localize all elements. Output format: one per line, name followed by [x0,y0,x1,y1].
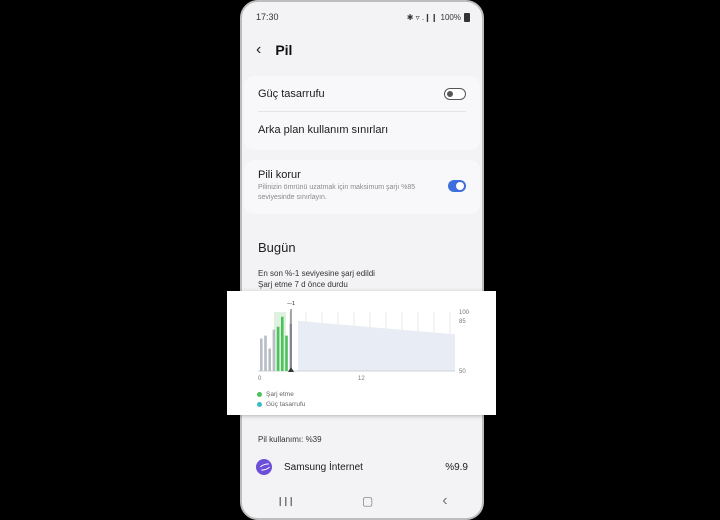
recents-icon[interactable]: ❙❙❙ [276,496,295,507]
phone-screen: 17:30 ✱ ▿ .❙❙ 100% ‹ Pil Güç tasarrufu A… [240,0,484,520]
settings-card-power: Güç tasarrufu Arka plan kullanım sınırla… [244,76,480,150]
x-tick-label: 0 [258,376,262,382]
protect-battery-toggle[interactable] [448,180,466,192]
charge-info-line-2: Şarj etme 7 d önce durdu [258,280,348,289]
legend-label-charging: Şarj etme [266,391,294,398]
app-usage-row[interactable]: Samsung İnternet %9.9 [256,459,468,475]
power-saving-label: Güç tasarrufu [258,88,325,100]
projection-area [298,320,455,371]
charge-info-line-1: En son %-1 seviyesine şarj edildi [258,269,375,278]
charging-highlight [274,312,286,371]
battery-percent: 100% [440,12,461,22]
back-arrow-icon[interactable]: ‹ [256,42,261,58]
y-tick-label: 100 [459,310,470,316]
app-usage-percent: %9.9 [445,461,468,473]
page-title: Pil [275,42,293,58]
battery-chart-panel: −-1 100 85 50 0 12 Şarj etme Güç tasarrufu [227,291,496,415]
power-saving-row[interactable]: Güç tasarrufu [258,86,466,102]
divider [258,111,466,112]
toggle-knob [447,90,453,97]
y-tick-label: 85 [459,319,466,325]
battery-icon [464,12,470,22]
status-icons: ✱ ▿ .❙❙ 100% [406,12,470,22]
current-marker-label: −-1 [287,301,295,307]
protect-battery-label: Pili korur [258,169,301,181]
back-nav-icon[interactable]: ‹ [442,492,447,510]
chart-legend: Şarj etme Güç tasarrufu [257,390,305,410]
protect-battery-description: Pilinizin ömrünü uzatmak için maksimum ş… [258,184,416,201]
app-name: Samsung İnternet [284,461,363,473]
signal-icons: ✱ ▿ .❙❙ [406,12,438,22]
chart-bar [276,326,280,371]
chart-bar [268,348,271,371]
protect-battery-row[interactable]: Pili korur Pilinizin ömrünü uzatmak için… [258,169,466,209]
home-icon[interactable]: ▢ [362,494,373,508]
app-bar: ‹ Pil [256,42,293,59]
charge-info: En son %-1 seviyesine şarj edildi Şarj e… [258,268,375,290]
chart-bar [285,335,288,371]
chart-bar [272,329,276,371]
current-marker-triangle [288,367,294,372]
toggle-knob [456,182,464,190]
navigation-bar: ❙❙❙ ▢ ‹ [242,484,482,518]
legend-item-charging: Şarj etme [257,390,305,400]
protect-battery-text: Pili korur Pilinizin ömrünü uzatmak için… [258,169,448,203]
power-saving-toggle[interactable] [444,88,466,100]
status-bar: 17:30 ✱ ▿ .❙❙ 100% [256,10,470,24]
samsung-internet-icon [256,459,272,475]
legend-item-power-saving: Güç tasarrufu [257,400,305,410]
background-limits-label: Arka plan kullanım sınırları [258,124,389,136]
chart-bar [264,335,267,371]
chart-bar [260,338,263,371]
background-limits-row[interactable]: Arka plan kullanım sınırları [258,122,466,138]
settings-card-protect: Pili korur Pilinizin ömrünü uzatmak için… [244,160,480,214]
battery-usage-title: Pil kullanımı: %39 [258,435,322,444]
status-time: 17:30 [256,12,279,22]
today-section-title: Bugün [258,240,296,255]
x-tick-label: 12 [358,376,365,382]
legend-dot-power-saving [257,401,262,407]
y-tick-label: 50 [459,369,466,375]
chart-bar [281,316,284,371]
legend-dot-charging [257,391,262,397]
legend-label-power-saving: Güç tasarrufu [266,401,306,408]
